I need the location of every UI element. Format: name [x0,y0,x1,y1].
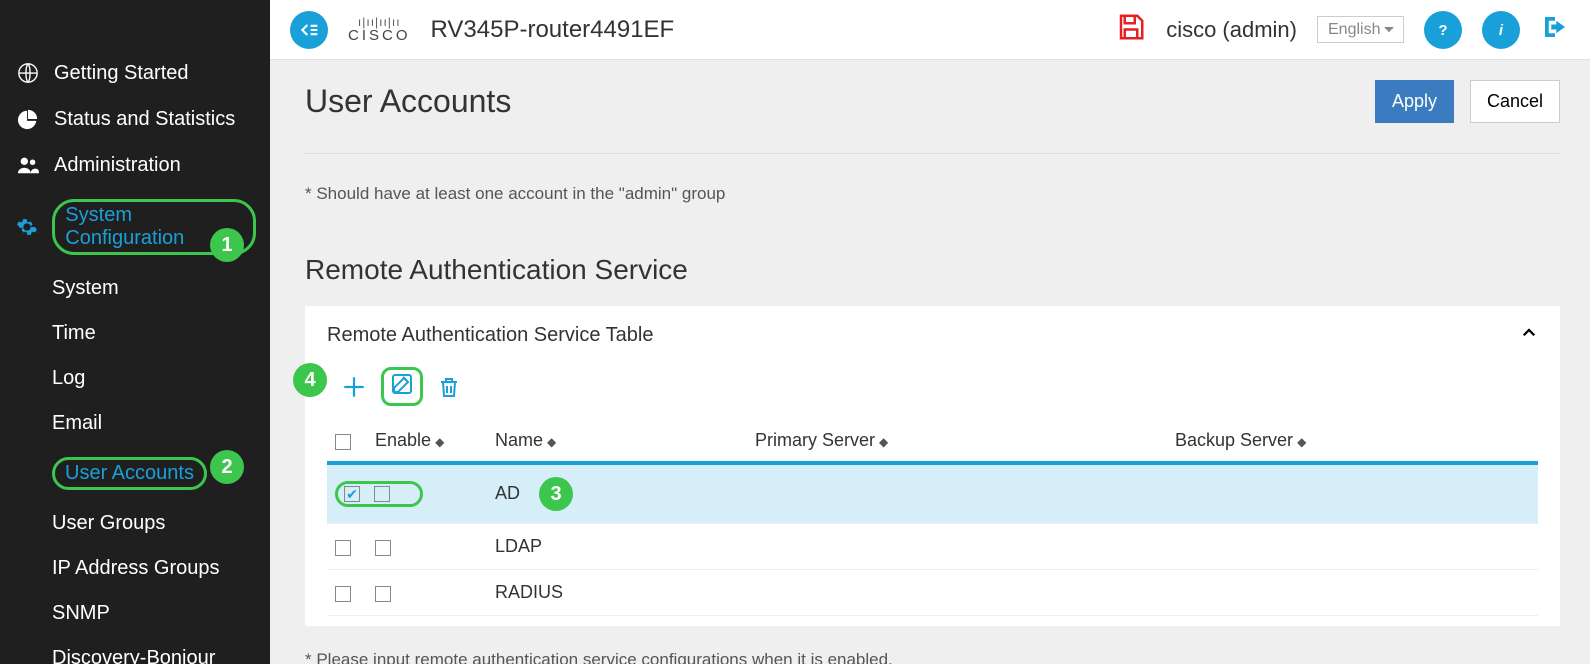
sidebar-label: Discovery-Bonjour [52,647,215,664]
apply-button[interactable]: Apply [1375,80,1454,123]
annotation-badge-2: 2 [210,450,244,484]
sidebar-item-ip-groups[interactable]: IP Address Groups [0,546,270,591]
gear-icon [16,215,38,239]
helper-text: * Should have at least one account in th… [305,184,1560,214]
users-icon [16,153,40,177]
sidebar-item-getting-started[interactable]: Getting Started [0,50,270,96]
main-area: ı|ıı|ıı|ıı CISCO RV345P-router4491EF cis… [270,0,1590,664]
row-name: LDAP [487,524,747,570]
row-select-checkbox[interactable] [344,486,360,502]
sidebar-label: Getting Started [54,62,189,85]
annotation-badge-3: 3 [539,477,573,511]
auth-table: Enable◆ Name◆ Primary Server◆ Backup Ser… [327,420,1538,616]
panel-title: Remote Authentication Service Table [327,324,654,347]
sidebar-label: System [52,277,119,300]
sidebar-label: User Groups [52,512,165,535]
col-enable[interactable]: Enable [375,430,431,450]
row-enable-checkbox[interactable] [374,486,390,502]
language-select[interactable]: English [1317,16,1404,43]
pie-icon [16,107,40,131]
sidebar-label: IP Address Groups [52,557,220,580]
footnote: * Please input remote authentication ser… [305,650,1560,664]
auth-panel: Remote Authentication Service Table 4 [305,306,1560,626]
svg-text:?: ? [1438,22,1447,39]
save-icon[interactable] [1116,12,1146,47]
sidebar-label: SNMP [52,602,110,625]
sidebar-item-user-accounts[interactable]: User Accounts 2 [0,446,270,501]
collapse-icon[interactable] [1520,324,1538,347]
table-row[interactable]: RADIUS [327,570,1538,616]
help-icon[interactable]: ? [1424,11,1462,49]
svg-text:i: i [1499,22,1504,39]
table-row[interactable]: AD 3 [327,463,1538,524]
sidebar-item-email[interactable]: Email [0,401,270,446]
sidebar-item-log[interactable]: Log [0,356,270,401]
sidebar-item-user-groups[interactable]: User Groups [0,501,270,546]
sidebar-label: Administration [54,154,181,177]
cisco-logo: ı|ıı|ıı|ıı CISCO [348,16,411,43]
row-enable-checkbox[interactable] [375,586,391,602]
sidebar-item-discovery[interactable]: Discovery-Bonjour [0,636,270,664]
col-primary[interactable]: Primary Server [755,430,875,450]
sidebar-item-status[interactable]: Status and Statistics [0,96,270,142]
device-name: RV345P-router4491EF [431,16,675,44]
cancel-button[interactable]: Cancel [1470,80,1560,123]
sidebar-item-system-configuration[interactable]: System Configuration 1 [0,188,270,266]
row-name: AD [495,483,520,503]
content: User Accounts Apply Cancel * Should have… [270,60,1590,664]
sidebar-label: Time [52,322,96,345]
page-header: User Accounts Apply Cancel [305,80,1560,123]
annotation-badge-4: 4 [293,363,327,397]
sidebar: Getting Started Status and Statistics Ad… [0,0,270,664]
sidebar-label: Status and Statistics [54,108,235,131]
edit-icon[interactable] [390,372,414,396]
add-icon[interactable] [341,374,367,400]
delete-icon[interactable] [437,375,461,399]
row-select-checkbox[interactable] [335,586,351,602]
sidebar-item-time[interactable]: Time [0,311,270,356]
sidebar-label: User Accounts [52,457,207,490]
sidebar-label: Email [52,412,102,435]
select-all-checkbox[interactable] [335,434,351,450]
sidebar-item-admin[interactable]: Administration [0,142,270,188]
page-title: User Accounts [305,83,511,120]
sidebar-item-system[interactable]: System [0,266,270,311]
menu-toggle-button[interactable] [290,11,328,49]
sidebar-label: Log [52,367,85,390]
row-name: RADIUS [487,570,747,616]
info-icon[interactable]: i [1482,11,1520,49]
table-row[interactable]: LDAP [327,524,1538,570]
section-title: Remote Authentication Service [305,254,1560,286]
row-enable-checkbox[interactable] [375,540,391,556]
globe-icon [16,61,40,85]
sidebar-item-snmp[interactable]: SNMP [0,591,270,636]
topbar: ı|ıı|ıı|ıı CISCO RV345P-router4491EF cis… [270,0,1590,60]
logout-icon[interactable] [1540,12,1570,47]
annotation-badge-1: 1 [210,228,244,262]
user-label: cisco (admin) [1166,17,1297,43]
row-select-checkbox[interactable] [335,540,351,556]
col-backup[interactable]: Backup Server [1175,430,1293,450]
col-name[interactable]: Name [495,430,543,450]
